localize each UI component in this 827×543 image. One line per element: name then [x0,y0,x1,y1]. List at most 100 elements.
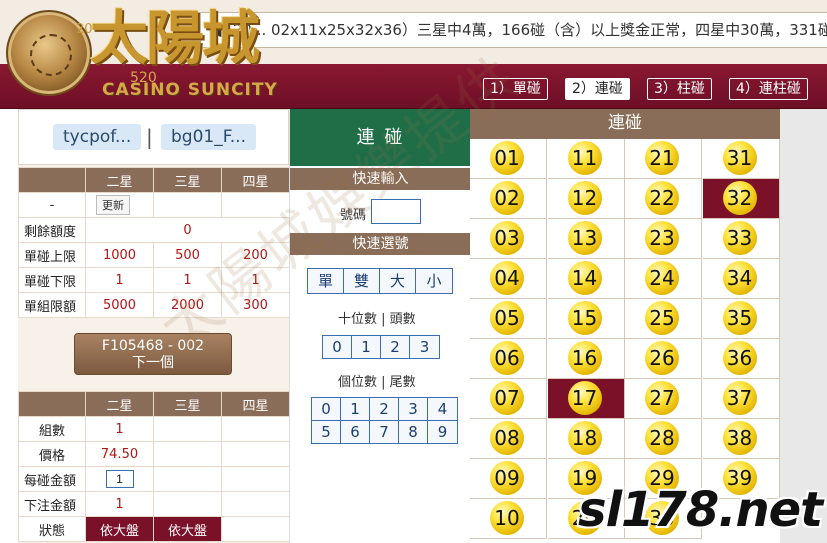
number-ball: 07 [490,381,524,415]
number-cell-06[interactable]: 06 [470,339,547,379]
min-4star: 1 [221,267,290,293]
next-order-button[interactable]: F105468 - 002 下一個 [74,333,232,375]
limits-table: 二星 三星 四星 - 更新 剩餘額度 0 單碰上限 1000 500 200 單… [18,167,290,318]
number-cell-28[interactable]: 28 [625,419,702,459]
number-cell-12[interactable]: 12 [547,179,625,219]
number-cell-04[interactable]: 04 [470,259,547,299]
number-cell-22[interactable]: 22 [625,179,702,219]
next-label: 下一個 [132,355,174,371]
number-cell-17[interactable]: 17 [547,379,625,419]
account-chip-a[interactable]: tycpof... [53,124,142,150]
tens-3-button[interactable]: 3 [410,336,439,358]
number-cell-15[interactable]: 15 [547,299,625,339]
number-cell-02[interactable]: 02 [470,179,547,219]
number-cell-31[interactable]: 31 [702,139,780,179]
number-cell-32[interactable]: 32 [702,179,780,219]
quick-input-header: 快速輸入 [290,168,471,190]
total-amount-label: 下注金額 [18,491,86,517]
number-cell-37[interactable]: 37 [702,379,780,419]
status-3star: 依大盤 [153,516,222,542]
tens-0-button[interactable]: 0 [323,336,352,358]
number-ball: 11 [567,141,602,175]
number-ball: 26 [645,341,679,375]
units-0-button[interactable]: 0 [312,398,341,421]
number-cell-10[interactable]: 10 [470,499,547,539]
number-ball: 10 [490,501,524,535]
number-ball: 15 [567,301,602,335]
number-cell-27[interactable]: 27 [625,379,702,419]
number-ball: 33 [722,221,757,255]
number-cell-36[interactable]: 36 [702,339,780,379]
limits-empty [221,192,290,218]
max-label: 單碰上限 [18,242,86,268]
bet-type-combo[interactable]: 2）連碰 [565,78,630,100]
number-cell-14[interactable]: 14 [547,259,625,299]
number-cell-05[interactable]: 05 [470,299,547,339]
number-label: 號碼 [340,208,367,223]
order-empty [221,466,290,492]
units-9-button[interactable]: 9 [428,421,457,443]
order-header-3star: 三星 [153,391,222,417]
tens-1-button[interactable]: 1 [352,336,381,358]
tens-label: 十位數 | 頭數 [338,312,416,327]
order-empty [221,441,290,467]
units-2-button[interactable]: 2 [370,398,399,421]
order-empty [153,466,222,492]
number-cell-18[interactable]: 18 [547,419,625,459]
number-cell-01[interactable]: 01 [470,139,547,179]
number-cell-11[interactable]: 11 [547,139,625,179]
units-4-button[interactable]: 4 [428,398,457,421]
big-button[interactable]: 大 [380,269,416,293]
remaining-value: 0 [85,217,290,243]
odd-button[interactable]: 單 [308,269,344,293]
account-chip-b[interactable]: bg01_F... [161,124,256,150]
number-ball: 14 [567,261,602,295]
number-cell-13[interactable]: 13 [547,219,625,259]
price-value: 74.50 [85,441,154,467]
number-cell-38[interactable]: 38 [702,419,780,459]
number-cell-33[interactable]: 33 [702,219,780,259]
bet-type-single[interactable]: 1）單碰 [483,78,548,100]
units-5-button[interactable]: 5 [312,421,341,443]
number-cell-08[interactable]: 08 [470,419,547,459]
page: ● 20... 02x11x25x32x36）三星中4萬，166碰（含）以上獎金… [0,0,827,543]
number-cell-21[interactable]: 21 [625,139,702,179]
number-ball: 08 [490,421,524,455]
number-cell-09[interactable]: 09 [470,459,547,499]
refresh-button[interactable]: 更新 [96,195,130,215]
per-amount-input[interactable] [105,470,134,488]
order-empty [221,416,290,442]
number-cell-03[interactable]: 03 [470,219,547,259]
number-board: 連碰 01 02 03 04 05 06 07 08 09 10 11 12 13 14 15 16 17 18 1… [470,109,780,543]
number-ball: 32 [722,181,757,215]
number-cell-26[interactable]: 26 [625,339,702,379]
units-1-button[interactable]: 1 [341,398,370,421]
left-panel: tycpof... | bg01_F... 二星 三星 四星 - 更新 剩餘額度 [18,109,290,543]
number-ball: 09 [490,461,524,495]
group-limit-4star: 300 [221,292,290,318]
units-7-button[interactable]: 7 [370,421,399,443]
bet-type-column[interactable]: 3）柱碰 [647,78,712,100]
number-cell-35[interactable]: 35 [702,299,780,339]
units-3-button[interactable]: 3 [399,398,428,421]
number-input[interactable] [371,199,421,224]
units-label: 個位數 | 尾數 [338,375,416,390]
price-label: 價格 [18,441,86,467]
small-button[interactable]: 小 [416,269,452,293]
number-ball: 28 [645,421,679,455]
number-cell-07[interactable]: 07 [470,379,547,419]
tens-2-button[interactable]: 2 [381,336,410,358]
order-header-4star: 四星 [221,391,290,417]
bet-type-combo-column[interactable]: 4）連柱碰 [729,78,808,100]
number-ball: 31 [722,141,757,175]
number-cell-24[interactable]: 24 [625,259,702,299]
number-cell-23[interactable]: 23 [625,219,702,259]
units-8-button[interactable]: 8 [399,421,428,443]
units-6-button[interactable]: 6 [341,421,370,443]
order-header-blank [18,391,86,417]
number-ball: 34 [722,261,757,295]
number-cell-16[interactable]: 16 [547,339,625,379]
number-cell-25[interactable]: 25 [625,299,702,339]
even-button[interactable]: 雙 [344,269,380,293]
number-cell-34[interactable]: 34 [702,259,780,299]
